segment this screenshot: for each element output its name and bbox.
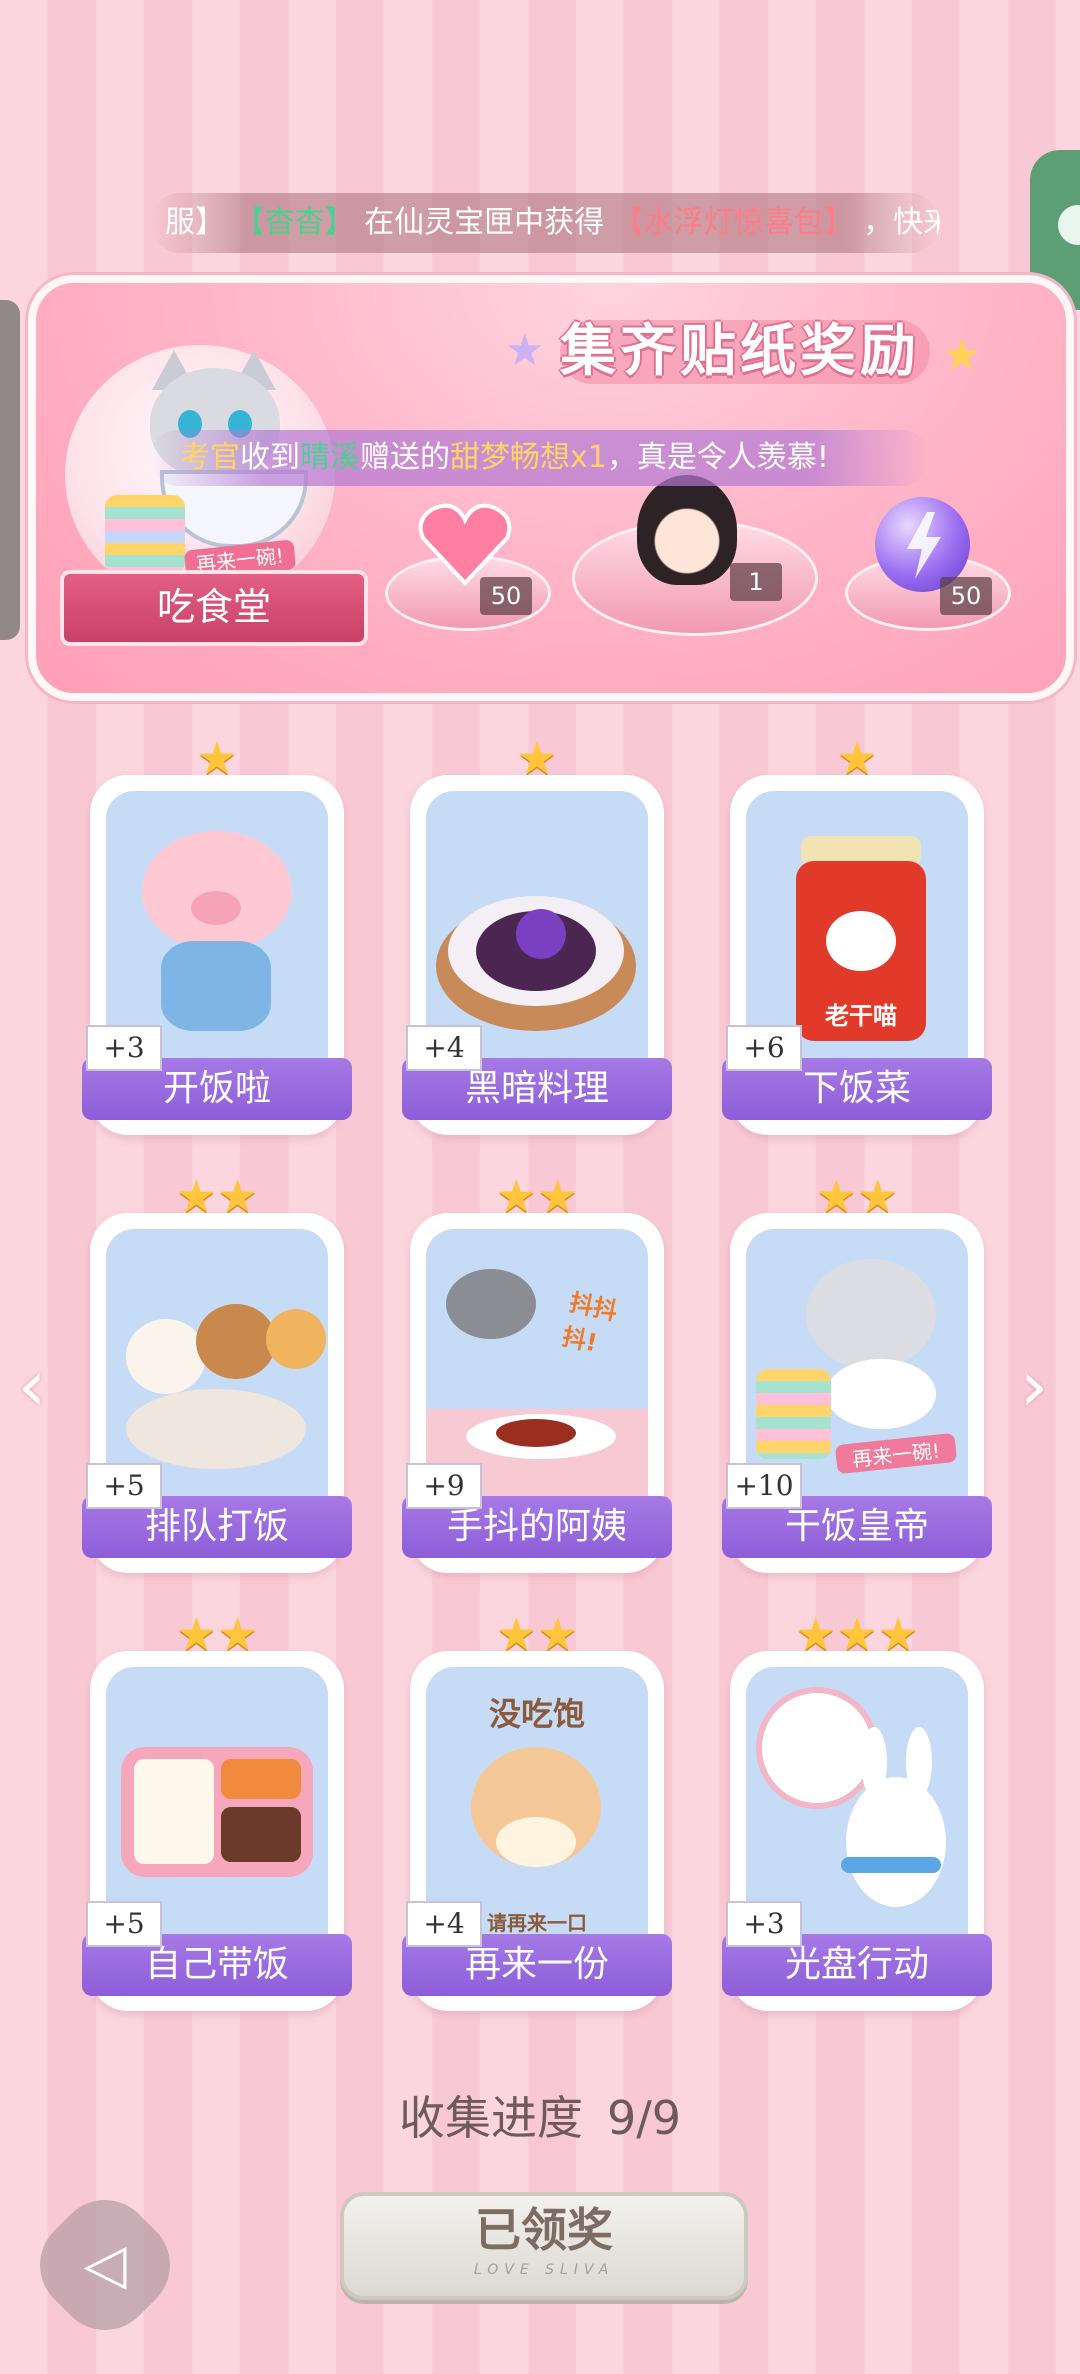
progress-value: 9/9 <box>606 2091 682 2145</box>
notice-text: 赠送的 <box>360 440 450 475</box>
ticker-item-name: 【水浮灯惊喜包】 <box>613 205 854 240</box>
sticker-caption: 再来一碗! <box>834 1432 958 1475</box>
ticker-text-1: 服】 <box>165 205 225 240</box>
sticker-points: +4 <box>406 1901 482 1947</box>
character-portrait-icon[interactable] <box>637 475 737 585</box>
notice-text: 收到 <box>240 440 300 475</box>
jar-text: 老干喵 <box>825 1002 897 1030</box>
sticker-points: +5 <box>86 1463 162 1509</box>
banner-title: 集齐贴纸奖励 <box>560 319 920 384</box>
sticker-card[interactable]: 再来一碗! 干饭皇帝 +10 <box>722 1213 992 1573</box>
sticker-card[interactable]: 抖抖抖! 手抖的阿姨 +9 <box>402 1213 672 1573</box>
gift-notice-bar: 考官收到晴溪赠送的甜梦畅想x1，真是令人羡慕! <box>150 430 930 486</box>
sticker-card[interactable]: 开饭啦 +3 <box>82 775 352 1135</box>
next-page-arrow-icon[interactable]: › <box>1020 1345 1048 1427</box>
notice-item: 甜梦畅想x1 <box>450 440 607 475</box>
previous-page-arrow-icon[interactable]: ‹ <box>18 1345 46 1427</box>
reward-count: 50 <box>940 577 992 615</box>
sticker-card[interactable]: 排队打饭 +5 <box>82 1213 352 1573</box>
sticker-points: +3 <box>86 1025 162 1071</box>
star-icon: ★ <box>942 330 982 381</box>
heart-gem-icon[interactable] <box>415 498 515 588</box>
notice-giver: 晴溪 <box>300 440 360 475</box>
back-arrow-icon: ◁ <box>83 2232 127 2297</box>
chat-bubble-icon <box>1058 205 1080 245</box>
ticker-text-3: ，快来! <box>863 205 940 240</box>
progress-label: 收集进度 <box>398 2091 583 2145</box>
system-announcement-ticker: 服】 【杳杳】 在仙灵宝匣中获得 【水浮灯惊喜包】 ，快来! <box>150 193 940 253</box>
ticker-player-name: 【杳杳】 <box>234 205 355 240</box>
sticker-card[interactable]: 光盘行动 +3 <box>722 1651 992 2011</box>
sticker-points: +9 <box>406 1463 482 1509</box>
sticker-points: +6 <box>726 1025 802 1071</box>
sticker-caption: 没吃饱 <box>488 1695 585 1733</box>
stacked-bowls <box>105 495 185 575</box>
sticker-points: +10 <box>726 1463 802 1509</box>
sticker-card[interactable]: 黑暗料理 +4 <box>402 775 672 1135</box>
star-icon: ★ <box>505 325 545 376</box>
sticker-card[interactable]: 老干喵 下饭菜 +6 <box>722 775 992 1135</box>
claimed-button-subtext: LOVE SLIVA <box>473 2262 615 2278</box>
left-side-tab[interactable] <box>0 300 20 640</box>
notice-text: ，真是令人羡慕! <box>606 440 829 475</box>
sticker-caption: 抖抖抖! <box>559 1288 620 1358</box>
canteen-button-label: 吃食堂 <box>156 585 271 629</box>
sticker-card[interactable]: 没吃饱 请再来一口 再来一份 +4 <box>402 1651 672 2011</box>
sticker-points: +5 <box>86 1901 162 1947</box>
claimed-button-label: 已领奖 <box>475 2203 613 2257</box>
sticker-card[interactable]: 自己带饭 +5 <box>82 1651 352 2011</box>
reward-count: 1 <box>730 563 782 601</box>
ticker-text-2: 在仙灵宝匣中获得 <box>364 205 605 240</box>
reward-count: 50 <box>480 577 532 615</box>
collection-progress: 收集进度 9/9 <box>0 2082 1080 2148</box>
notice-sender: 考官 <box>180 440 240 475</box>
sticker-points: +4 <box>406 1025 482 1071</box>
sticker-points: +3 <box>726 1901 802 1947</box>
